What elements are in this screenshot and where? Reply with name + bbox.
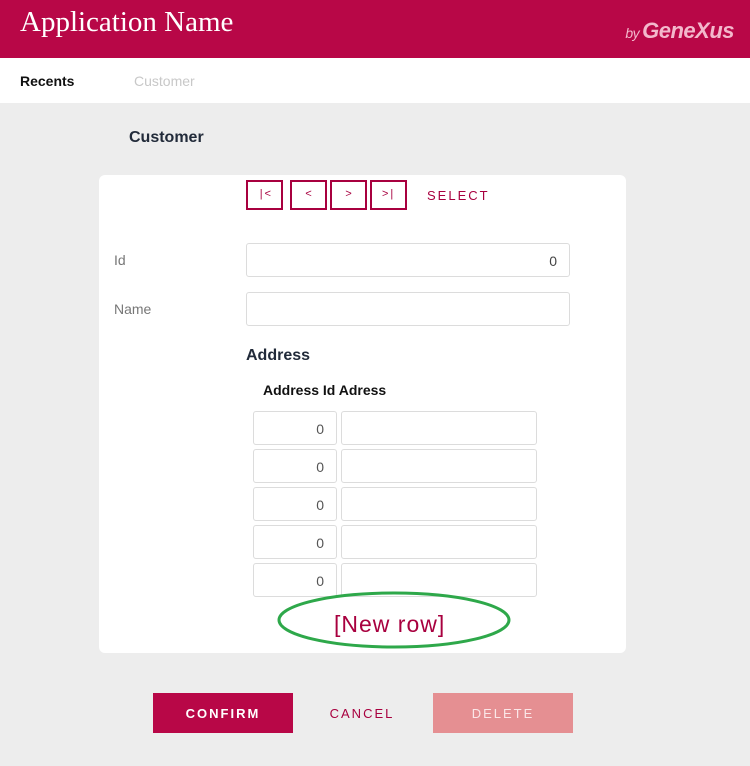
name-label: Name — [114, 301, 152, 317]
adress-cell[interactable] — [341, 487, 537, 521]
page-title: Customer — [129, 129, 204, 146]
delete-button[interactable]: DELETE — [433, 693, 573, 733]
address-id-cell[interactable]: 0 — [253, 411, 337, 445]
select-button[interactable]: SELECT — [427, 188, 490, 203]
address-id-cell[interactable]: 0 — [253, 487, 337, 521]
name-field[interactable] — [246, 292, 570, 326]
address-grid-header: Address Id Adress — [263, 382, 387, 398]
next-record-button[interactable]: > — [330, 180, 367, 210]
tab-recents[interactable]: Recents — [20, 73, 74, 89]
last-record-button[interactable]: >| — [370, 180, 407, 210]
address-id-cell[interactable]: 0 — [253, 449, 337, 483]
cancel-button[interactable]: CANCEL — [312, 693, 412, 733]
address-section-title: Address — [246, 347, 311, 364]
app-header: Application Name by GeneXus — [0, 0, 750, 58]
brand-by: by — [625, 25, 640, 41]
genexus-logo: by GeneXus — [625, 18, 734, 44]
id-field[interactable]: 0 — [246, 243, 570, 277]
brand-name: GeneXus — [642, 18, 734, 43]
app-title: Application Name — [20, 6, 234, 38]
new-row-link[interactable]: [New row] — [334, 611, 445, 638]
adress-cell[interactable] — [341, 411, 537, 445]
tab-customer[interactable]: Customer — [134, 73, 195, 89]
adress-cell[interactable] — [341, 449, 537, 483]
recents-bar: Recents Customer — [0, 58, 750, 103]
previous-record-button[interactable]: < — [290, 180, 327, 210]
confirm-button[interactable]: CONFIRM — [153, 693, 293, 733]
first-record-button[interactable]: |< — [246, 180, 283, 210]
address-id-cell[interactable]: 0 — [253, 525, 337, 559]
adress-cell[interactable] — [341, 525, 537, 559]
id-label: Id — [114, 252, 126, 268]
